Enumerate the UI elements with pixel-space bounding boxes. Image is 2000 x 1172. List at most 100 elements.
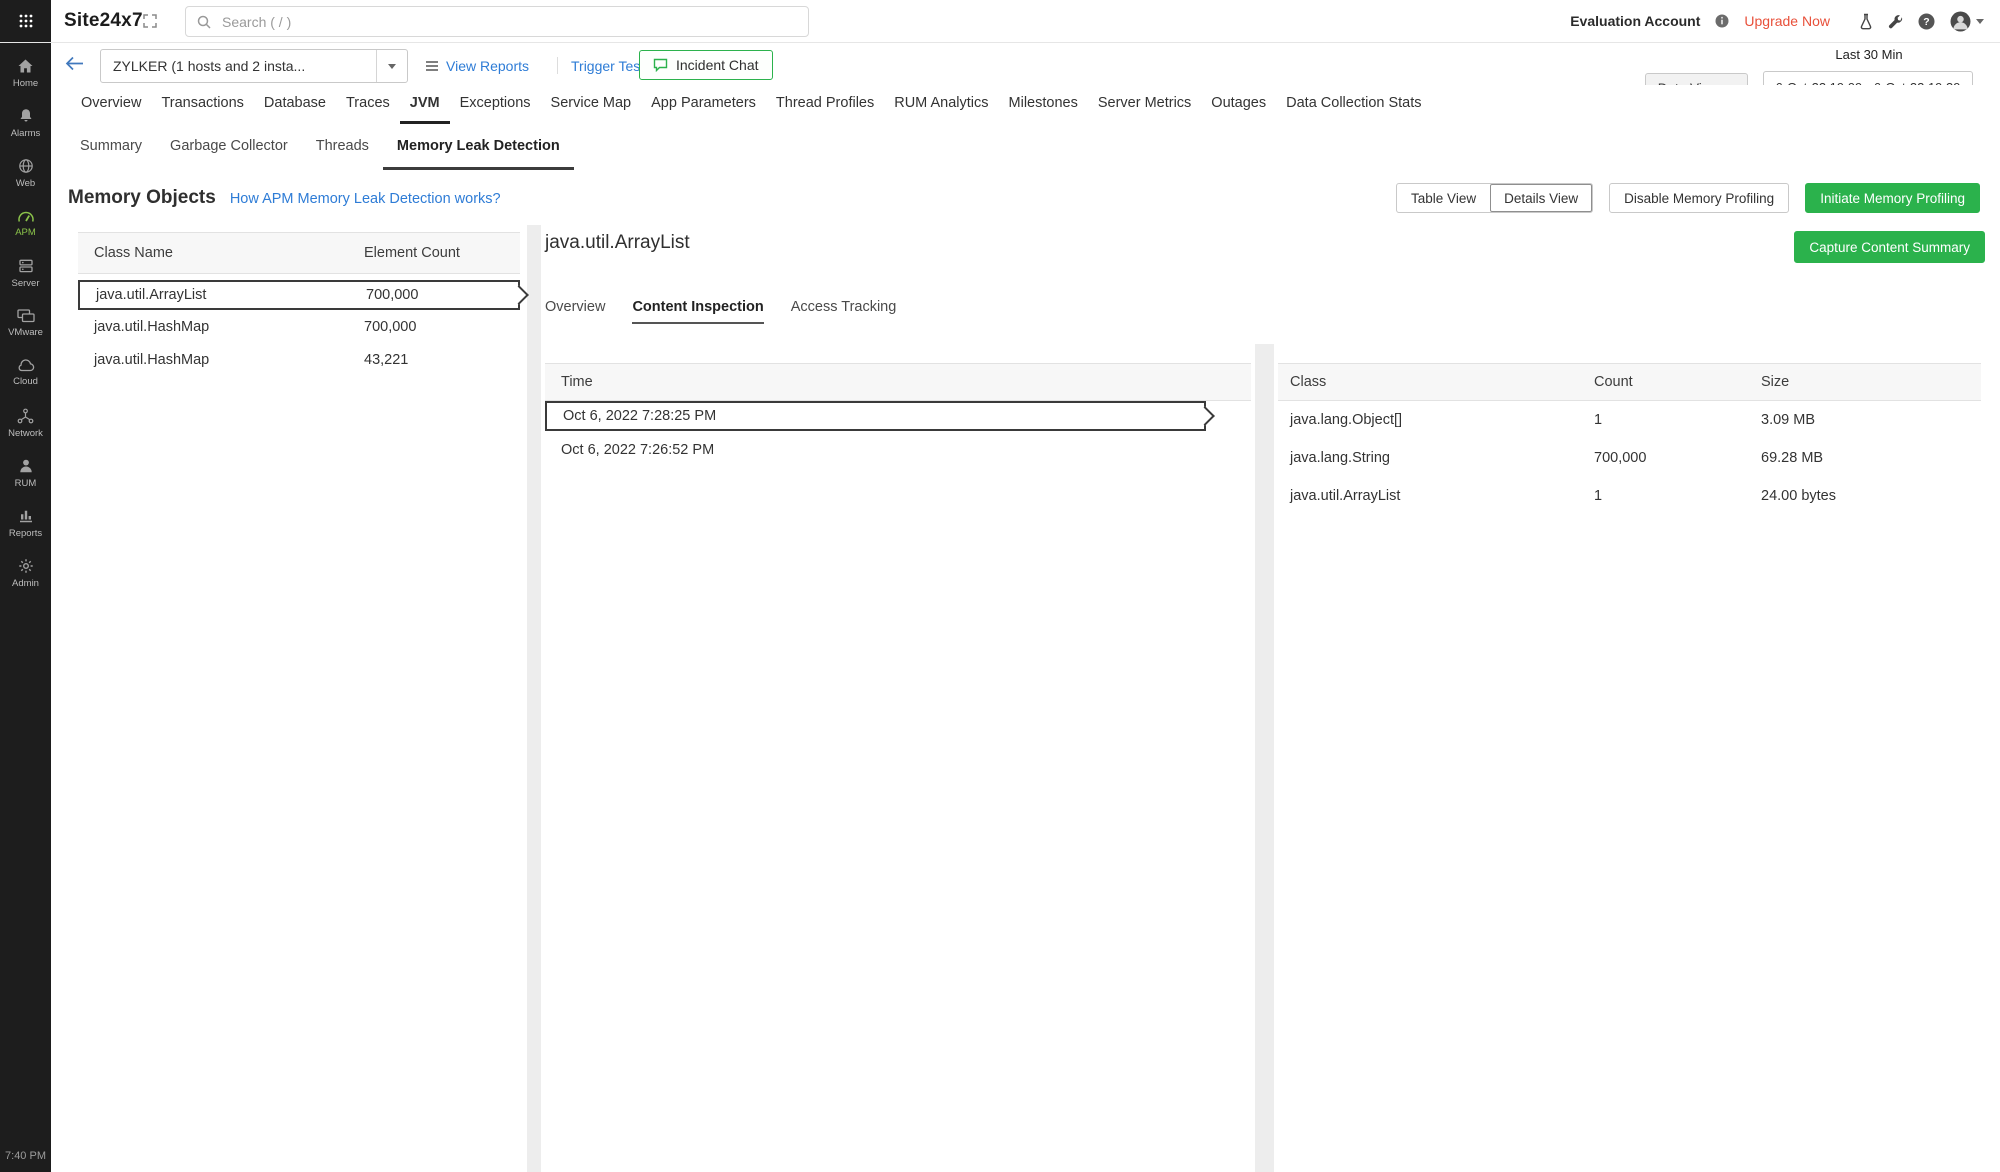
global-search[interactable] bbox=[185, 6, 809, 37]
column-size: Size bbox=[1761, 374, 1981, 390]
divider bbox=[557, 57, 558, 74]
subtab-memory-leak-detection[interactable]: Memory Leak Detection bbox=[383, 124, 574, 170]
table-row[interactable]: java.util.HashMap 43,221 bbox=[78, 343, 520, 376]
avatar[interactable] bbox=[1950, 11, 1984, 32]
time-cell: Oct 6, 2022 7:28:25 PM bbox=[563, 408, 716, 424]
content-inspection-panel: Class Count Size java.lang.Object[] 1 3.… bbox=[1274, 344, 1985, 1172]
sidebar-item-label: Network bbox=[8, 428, 43, 439]
table-view-button[interactable]: Table View bbox=[1397, 184, 1490, 212]
topbar-right: Evaluation Account Upgrade Now ? bbox=[1570, 0, 1984, 42]
tab-transactions[interactable]: Transactions bbox=[151, 85, 253, 124]
sidebar-item-vmware[interactable]: VMware bbox=[0, 298, 51, 348]
view-reports-link[interactable]: View Reports bbox=[425, 56, 529, 76]
subtab-summary[interactable]: Summary bbox=[66, 124, 156, 170]
monitor-selector[interactable]: ZYLKER (1 hosts and 2 insta... bbox=[100, 49, 408, 83]
back-arrow-icon[interactable] bbox=[65, 56, 84, 71]
time-cell: Oct 6, 2022 7:26:52 PM bbox=[561, 442, 714, 458]
tab-data-collection-stats[interactable]: Data Collection Stats bbox=[1276, 85, 1431, 124]
search-input[interactable] bbox=[220, 13, 797, 31]
server-icon bbox=[18, 258, 34, 274]
sidebar-item-label: Server bbox=[12, 278, 40, 289]
page-title: Memory Objects bbox=[68, 187, 216, 209]
expand-icon[interactable] bbox=[143, 14, 157, 28]
wrench-icon[interactable] bbox=[1888, 14, 1903, 29]
tab-database[interactable]: Database bbox=[254, 85, 336, 124]
sidebar-item-network[interactable]: Network bbox=[0, 398, 51, 448]
page: Site24x7 Evaluation Account Upgrade Now … bbox=[0, 0, 2000, 1172]
detail-tab-access-tracking[interactable]: Access Tracking bbox=[791, 299, 897, 324]
capture-content-summary-button[interactable]: Capture Content Summary bbox=[1794, 231, 1985, 263]
column-count: Count bbox=[1594, 374, 1761, 390]
sidebar-item-alarms[interactable]: Alarms bbox=[0, 98, 51, 148]
subtab-garbage-collector[interactable]: Garbage Collector bbox=[156, 124, 302, 170]
tab-app-parameters[interactable]: App Parameters bbox=[641, 85, 766, 124]
sidebar-item-label: Cloud bbox=[13, 376, 38, 387]
sidebar-item-reports[interactable]: Reports bbox=[0, 498, 51, 548]
column-element-count: Element Count bbox=[364, 245, 520, 261]
sidebar-item-rum[interactable]: RUM bbox=[0, 448, 51, 498]
subtab-threads[interactable]: Threads bbox=[302, 124, 383, 170]
apps-grid-icon bbox=[18, 13, 34, 29]
user-icon bbox=[18, 458, 34, 474]
class-cell: java.util.ArrayList bbox=[1278, 488, 1594, 504]
sidebar-item-web[interactable]: Web bbox=[0, 148, 51, 198]
incident-chat-button[interactable]: Incident Chat bbox=[639, 50, 773, 80]
tab-jvm[interactable]: JVM bbox=[400, 85, 450, 124]
panel-divider bbox=[1255, 344, 1274, 1172]
memory-objects-header: Memory Objects How APM Memory Leak Detec… bbox=[51, 170, 2000, 225]
sidebar-item-apm[interactable]: APM bbox=[0, 198, 51, 248]
search-icon bbox=[197, 15, 211, 29]
sidebar-item-cloud[interactable]: Cloud bbox=[0, 348, 51, 398]
time-row[interactable]: Oct 6, 2022 7:28:25 PM bbox=[545, 401, 1206, 431]
tab-milestones[interactable]: Milestones bbox=[999, 85, 1088, 124]
content-row: java.lang.Object[] 1 3.09 MB bbox=[1278, 401, 1981, 439]
tab-server-metrics[interactable]: Server Metrics bbox=[1088, 85, 1201, 124]
table-row[interactable]: java.util.ArrayList 700,000 bbox=[78, 280, 520, 310]
sidebar-item-admin[interactable]: Admin bbox=[0, 548, 51, 598]
network-icon bbox=[17, 408, 34, 424]
how-it-works-link[interactable]: How APM Memory Leak Detection works? bbox=[230, 191, 501, 207]
tab-exceptions[interactable]: Exceptions bbox=[450, 85, 541, 124]
class-cell: java.lang.String bbox=[1278, 450, 1594, 466]
disable-memory-profiling-button[interactable]: Disable Memory Profiling bbox=[1609, 183, 1789, 213]
detail-tab-overview[interactable]: Overview bbox=[545, 299, 605, 324]
gear-icon bbox=[18, 558, 34, 574]
topbar: Site24x7 Evaluation Account Upgrade Now … bbox=[0, 0, 2000, 43]
tab-overview[interactable]: Overview bbox=[71, 85, 151, 124]
time-range-label: Last 30 Min bbox=[1765, 47, 1973, 62]
apps-grid-button[interactable] bbox=[0, 0, 51, 42]
vmware-icon bbox=[17, 309, 35, 323]
bar-chart-icon bbox=[18, 508, 34, 524]
bell-icon bbox=[18, 108, 34, 124]
element-count-cell: 700,000 bbox=[364, 319, 520, 335]
selected-class-title: java.util.ArrayList bbox=[545, 232, 690, 254]
sidebar-item-home[interactable]: Home bbox=[0, 48, 51, 98]
tab-thread-profiles[interactable]: Thread Profiles bbox=[766, 85, 884, 124]
details-view-button[interactable]: Details View bbox=[1490, 184, 1592, 212]
tab-outages[interactable]: Outages bbox=[1201, 85, 1276, 124]
list-icon bbox=[425, 60, 439, 72]
tab-traces[interactable]: Traces bbox=[336, 85, 400, 124]
detail-tab-content-inspection[interactable]: Content Inspection bbox=[632, 299, 763, 324]
sidebar-item-server[interactable]: Server bbox=[0, 248, 51, 298]
content-table-header: Class Count Size bbox=[1278, 363, 1981, 401]
class-cell: java.lang.Object[] bbox=[1278, 412, 1594, 428]
flask-icon[interactable] bbox=[1859, 13, 1873, 30]
svg-text:?: ? bbox=[1923, 16, 1929, 28]
help-icon[interactable]: ? bbox=[1918, 13, 1935, 30]
site24x7-logo[interactable]: Site24x7 bbox=[64, 0, 143, 42]
time-row[interactable]: Oct 6, 2022 7:26:52 PM bbox=[545, 435, 1206, 465]
account-label: Evaluation Account bbox=[1570, 13, 1700, 29]
initiate-memory-profiling-button[interactable]: Initiate Memory Profiling bbox=[1805, 183, 1980, 213]
table-row[interactable]: java.util.HashMap 700,000 bbox=[78, 310, 520, 343]
tab-service-map[interactable]: Service Map bbox=[541, 85, 642, 124]
tab-rum-analytics[interactable]: RUM Analytics bbox=[884, 85, 998, 124]
sidebar-item-label: RUM bbox=[15, 478, 37, 489]
class-name-cell: java.util.ArrayList bbox=[80, 287, 366, 303]
count-cell: 700,000 bbox=[1594, 450, 1761, 466]
upgrade-now-link[interactable]: Upgrade Now bbox=[1744, 13, 1830, 29]
info-icon[interactable] bbox=[1715, 14, 1729, 28]
snapshot-time-panel: Time Oct 6, 2022 7:28:25 PM Oct 6, 2022 … bbox=[541, 344, 1255, 1172]
gauge-icon bbox=[17, 208, 35, 223]
count-cell: 1 bbox=[1594, 488, 1761, 504]
